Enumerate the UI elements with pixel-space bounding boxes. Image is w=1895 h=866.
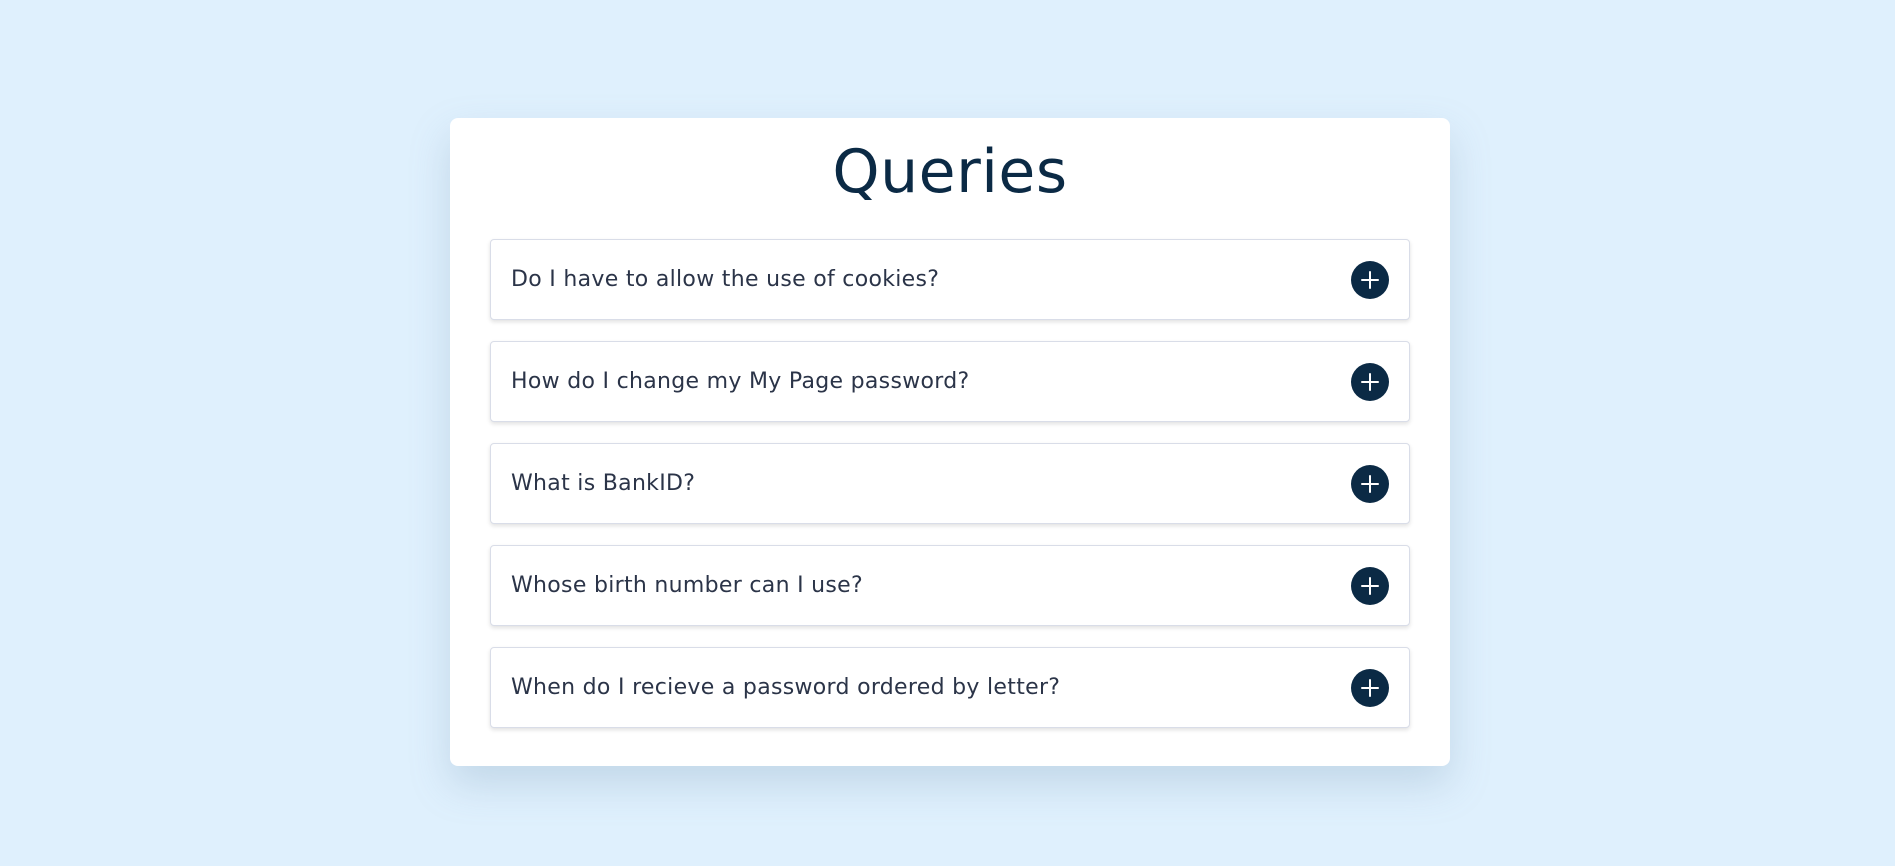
faq-item-bankid[interactable]: What is BankID? bbox=[490, 443, 1410, 524]
faq-item-change-password[interactable]: How do I change my My Page password? bbox=[490, 341, 1410, 422]
plus-icon[interactable] bbox=[1351, 566, 1389, 605]
faq-question: Whose birth number can I use? bbox=[511, 573, 863, 598]
plus-icon[interactable] bbox=[1351, 464, 1389, 503]
faq-list: Do I have to allow the use of cookies? H… bbox=[490, 239, 1410, 749]
page: { "page": { "title": "Queries" }, "faq":… bbox=[0, 0, 1895, 866]
faq-card: Queries Do I have to allow the use of co… bbox=[450, 118, 1450, 766]
faq-item-cookies[interactable]: Do I have to allow the use of cookies? bbox=[490, 239, 1410, 320]
faq-question: When do I recieve a password ordered by … bbox=[511, 675, 1061, 700]
faq-question: Do I have to allow the use of cookies? bbox=[511, 267, 940, 292]
faq-question: What is BankID? bbox=[511, 471, 696, 496]
plus-icon[interactable] bbox=[1351, 260, 1389, 299]
plus-icon[interactable] bbox=[1351, 362, 1389, 401]
page-title: Queries bbox=[832, 137, 1068, 207]
faq-item-password-letter[interactable]: When do I recieve a password ordered by … bbox=[490, 647, 1410, 728]
plus-icon[interactable] bbox=[1351, 668, 1389, 707]
faq-item-birth-number[interactable]: Whose birth number can I use? bbox=[490, 545, 1410, 626]
faq-question: How do I change my My Page password? bbox=[511, 369, 970, 394]
